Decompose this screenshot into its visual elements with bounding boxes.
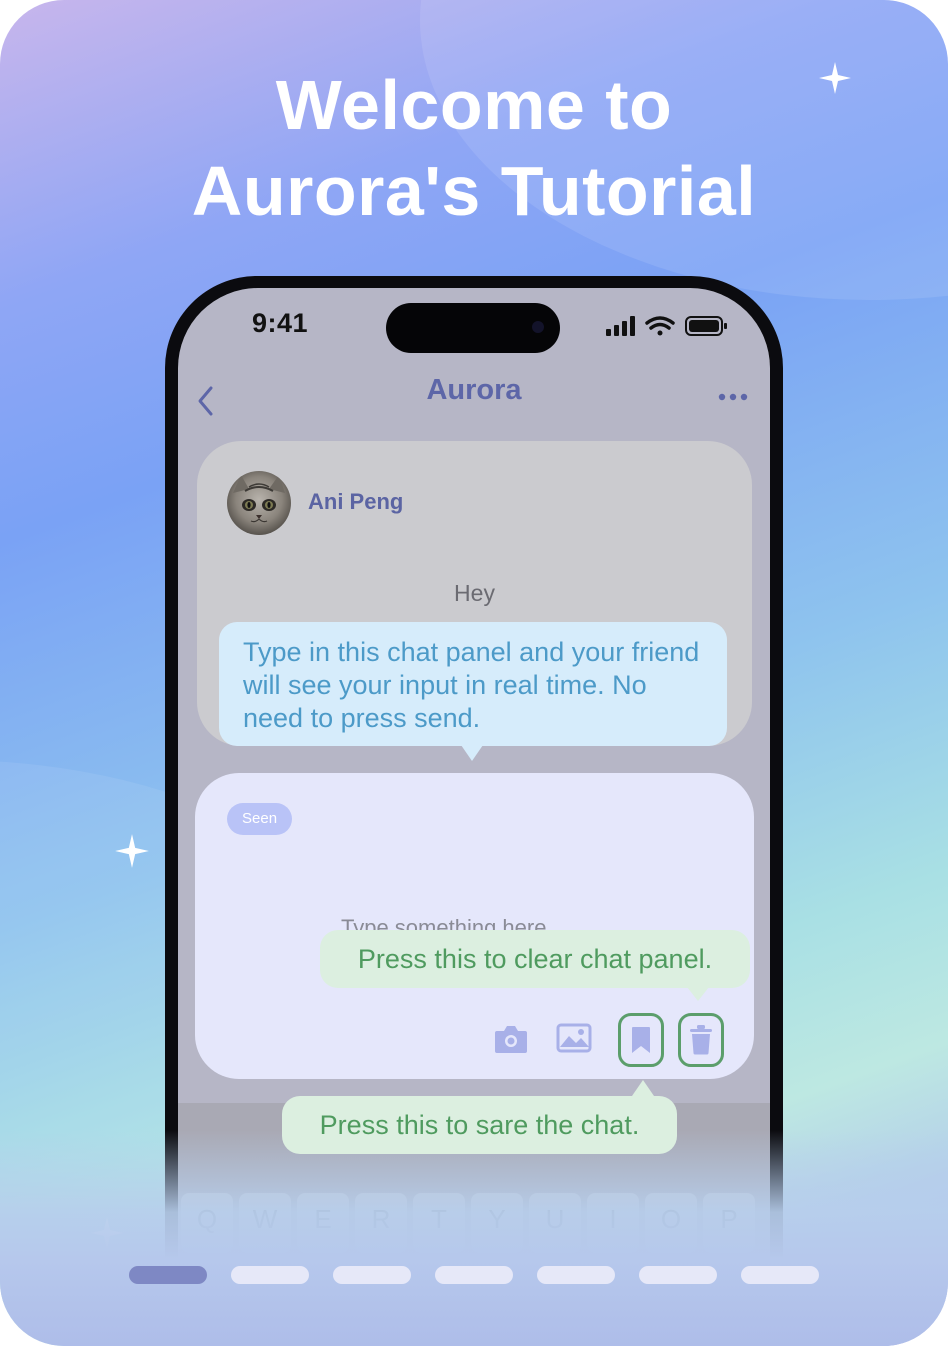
status-icons [606,314,728,343]
dynamic-island [386,303,560,353]
pager-dot[interactable] [741,1266,819,1284]
pager-dot[interactable] [129,1266,207,1284]
wifi-icon [645,316,675,336]
tutorial-card: Welcome to Aurora's Tutorial 9:41 Aurora… [0,0,948,1346]
sparkle-icon [115,834,149,868]
pager-dot[interactable] [333,1266,411,1284]
tooltip-arrow [687,987,709,1001]
pager-dot[interactable] [639,1266,717,1284]
bottom-fade [0,1130,948,1346]
seen-badge: Seen [227,803,293,835]
bookmark-icon [632,1027,650,1053]
cellular-signal-icon [606,316,635,336]
image-icon[interactable] [556,1023,592,1053]
sparkle-icon [819,62,851,94]
pager-dot[interactable] [231,1266,309,1284]
page-title-line-2: Aurora's Tutorial [191,152,757,230]
trash-icon [690,1025,712,1055]
page-title: Welcome to Aurora's Tutorial [0,62,948,234]
camera-lens [532,321,544,333]
friend-message: Hey [454,580,495,606]
more-dots-icon[interactable] [718,392,748,402]
clear-panel-button[interactable] [678,1013,724,1067]
tooltip-clear-panel: Press this to clear chat panel. [320,930,750,988]
battery-icon [685,316,727,336]
pager-dot[interactable] [435,1266,513,1284]
nav-title: Aurora [426,374,522,406]
tooltip-chat-panel: Type in this chat panel and your friend … [219,622,727,746]
camera-icon[interactable] [493,1023,529,1055]
status-time: 9:41 [252,308,309,338]
tooltip-arrow [632,1080,654,1096]
page-title-line-1: Welcome to [275,66,673,144]
tooltip-save-chat: Press this to sare the chat. [282,1096,677,1154]
save-chat-button[interactable] [618,1013,664,1067]
pager-dot[interactable] [537,1266,615,1284]
my-chat-panel[interactable]: Seen Type something here [195,773,754,1079]
avatar [227,471,291,535]
tooltip-arrow [461,745,483,761]
friend-name: Ani Peng [308,489,404,514]
